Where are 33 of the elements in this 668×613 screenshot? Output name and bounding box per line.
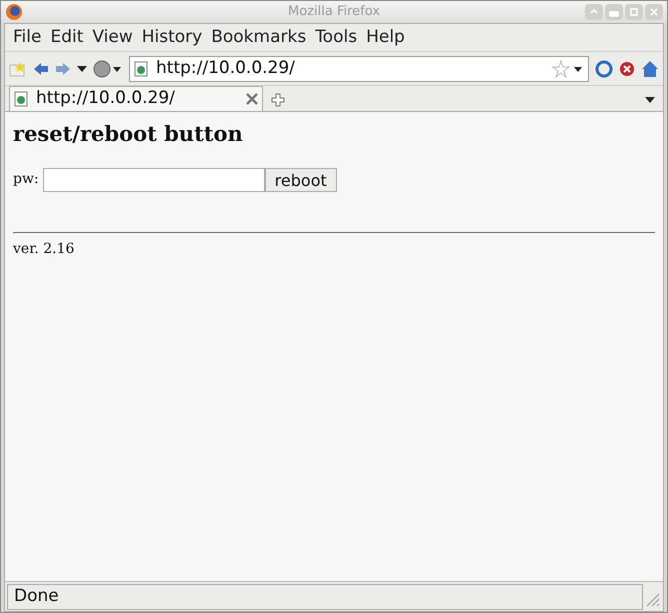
menu-item[interactable]: Bookmarks (207, 24, 310, 50)
menu-item[interactable]: Tools (311, 24, 362, 50)
close-icon (649, 7, 659, 17)
home-icon[interactable] (641, 60, 659, 78)
status-bar: Done (7, 584, 643, 610)
menu-item[interactable]: History (138, 24, 206, 50)
back-arrow-icon[interactable] (33, 62, 49, 76)
tab-list-caret-icon[interactable] (645, 97, 655, 103)
forward-arrow-icon[interactable] (55, 62, 71, 76)
bookmark-star-icon[interactable] (9, 60, 27, 76)
close-icon[interactable] (246, 93, 258, 105)
page-icon (14, 91, 28, 107)
star-dropdown-icon[interactable] (552, 60, 584, 78)
field-label: pw: (13, 170, 39, 189)
tab-title: http://10.0.0.29/ (36, 87, 175, 110)
reboot-button[interactable]: reboot (264, 168, 337, 192)
menu-item[interactable]: Edit (46, 24, 88, 50)
version-text: ver. 2.16 (13, 240, 76, 258)
menu-item[interactable]: File (9, 24, 46, 50)
menu-item[interactable]: Help (362, 24, 409, 50)
page-heading: reset/reboot button (13, 120, 244, 148)
browser-tab[interactable]: http://10.0.0.29/ (9, 86, 263, 111)
maximize-icon (629, 7, 639, 17)
password-field[interactable] (42, 168, 265, 192)
window-title: Mozilla Firefox (288, 3, 380, 22)
url-text: http://10.0.0.29/ (156, 56, 295, 80)
address-bar[interactable]: http://10.0.0.29/ (129, 56, 589, 82)
page-icon (134, 60, 148, 76)
menu-item[interactable]: View (88, 24, 137, 50)
browser-logo-icon (5, 3, 23, 21)
dropdown-caret-icon[interactable] (77, 66, 87, 72)
new-tab-icon[interactable] (271, 93, 285, 107)
stop-icon[interactable] (619, 60, 635, 76)
